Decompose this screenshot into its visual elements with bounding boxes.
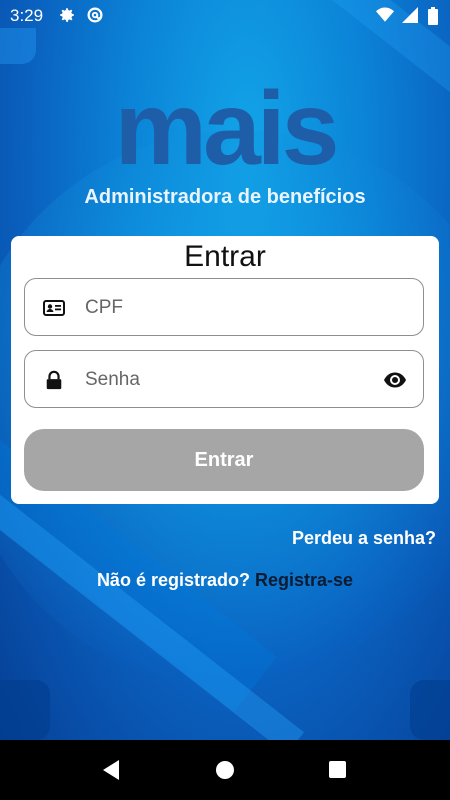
- login-title: Entrar: [184, 240, 266, 273]
- wifi-icon: [376, 7, 394, 25]
- status-icons-right: [376, 7, 438, 25]
- signal-icon: [402, 7, 420, 25]
- back-icon[interactable]: [101, 759, 121, 786]
- status-time: 3:29: [10, 6, 44, 25]
- cpf-input[interactable]: [83, 279, 377, 337]
- register-link[interactable]: Registra-se: [255, 570, 353, 590]
- battery-icon: [428, 7, 438, 25]
- logo-wordmark: mais: [114, 71, 339, 187]
- background-square: [410, 680, 450, 740]
- login-button[interactable]: Entrar: [24, 429, 424, 491]
- at-sign-icon: [86, 6, 104, 24]
- home-icon[interactable]: [216, 761, 234, 779]
- login-card: Entrar Entrar: [11, 236, 439, 504]
- cpf-field[interactable]: [24, 278, 424, 337]
- forgot-password-link[interactable]: Perdeu a senha?: [292, 528, 436, 549]
- show-password-icon[interactable]: [383, 369, 407, 391]
- status-icons-left: [58, 6, 104, 24]
- recents-icon[interactable]: [329, 761, 346, 778]
- not-registered-text: Não é registrado?: [96, 570, 250, 590]
- settings-icon: [58, 6, 76, 24]
- password-field[interactable]: [24, 350, 424, 409]
- lock-icon: [43, 370, 65, 390]
- password-input[interactable]: [83, 351, 377, 409]
- background-square: [0, 680, 50, 740]
- navigation-bar: [0, 740, 450, 800]
- register-prompt: Não é registrado? Registra-se: [0, 570, 450, 591]
- background-square: [0, 28, 36, 64]
- brand-logo: mais: [62, 70, 388, 190]
- status-bar: 3:29: [0, 0, 450, 30]
- logo-subtitle: Administradora de benefícios: [84, 186, 366, 208]
- id-card-icon: [43, 298, 65, 318]
